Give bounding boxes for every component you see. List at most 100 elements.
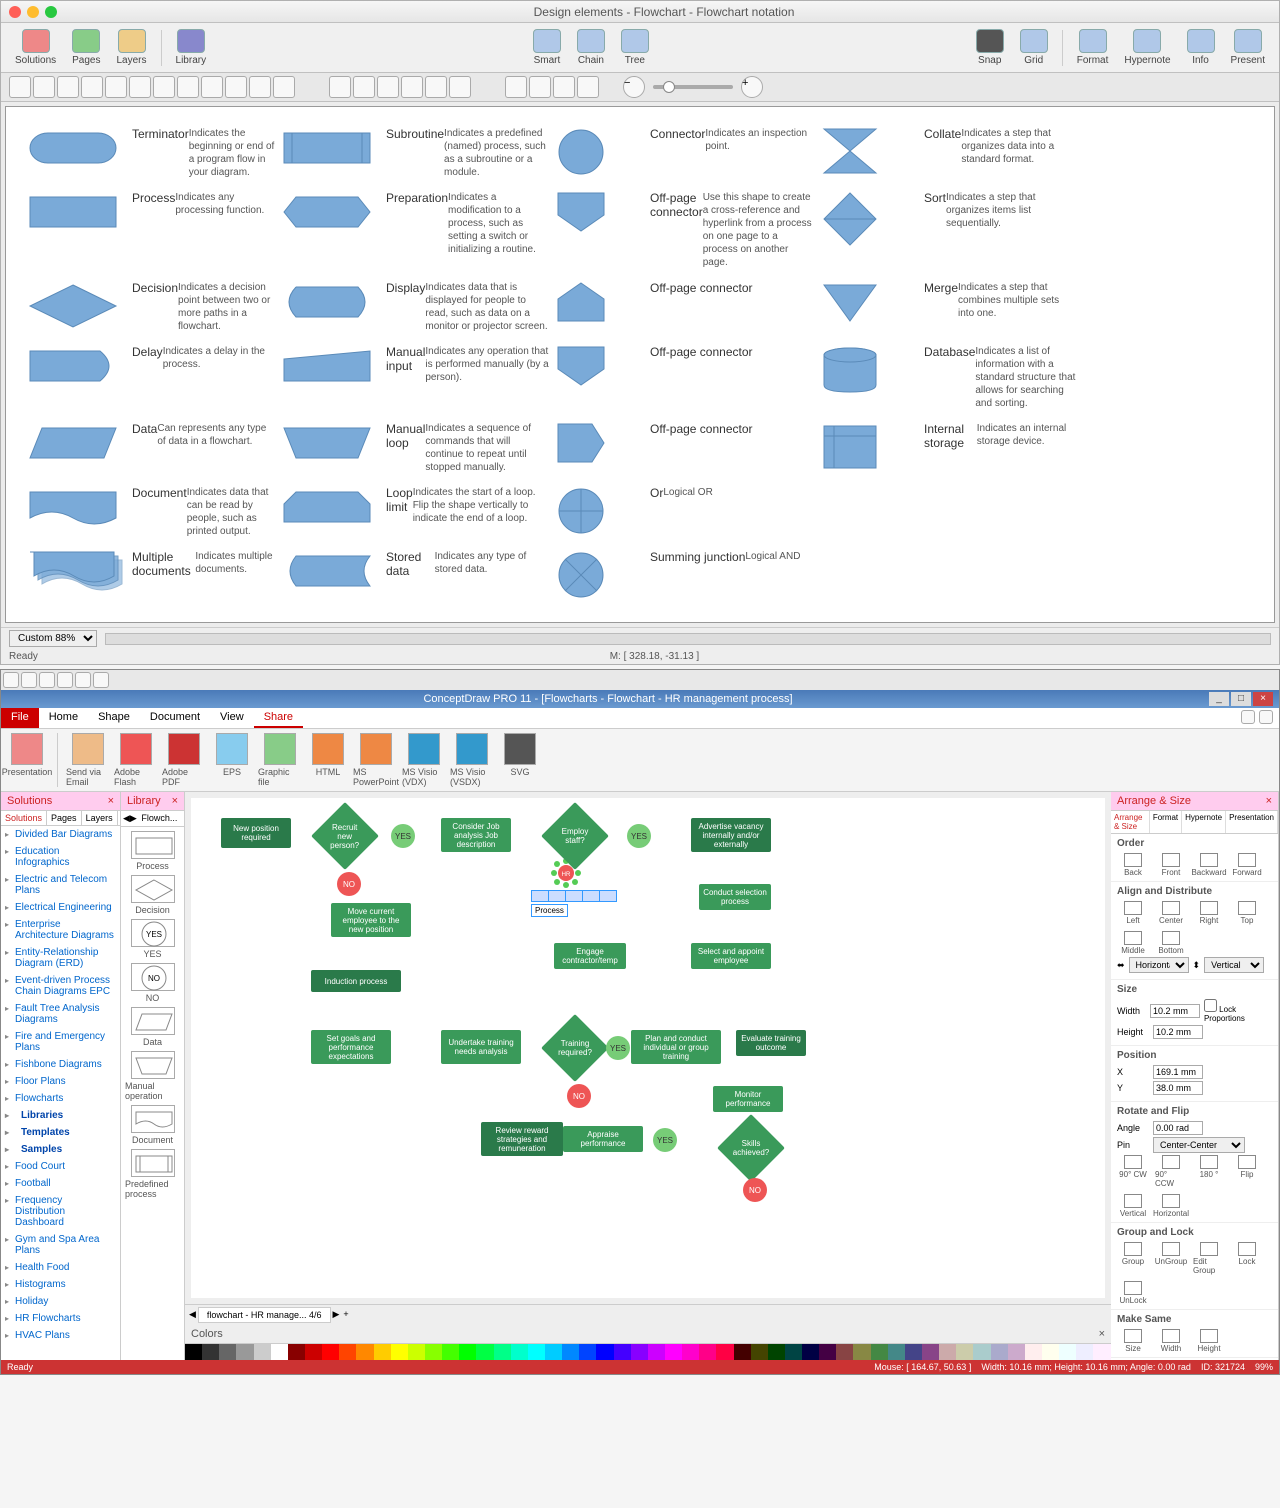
color-swatch[interactable] — [699, 1344, 716, 1360]
colors-palette[interactable] — [185, 1344, 1111, 1360]
color-swatch[interactable] — [888, 1344, 905, 1360]
top-button[interactable]: Top — [1231, 901, 1263, 925]
tab-hypernote[interactable]: Hypernote — [1182, 811, 1226, 833]
flowchart-node[interactable]: Skills achieved? — [717, 1114, 785, 1182]
shape-icon[interactable] — [280, 482, 380, 542]
maximize-icon[interactable] — [45, 6, 57, 18]
ribbon-msvisiovdx[interactable]: MS Visio (VDX) — [402, 733, 446, 787]
flip-button[interactable]: Flip — [1231, 1155, 1263, 1188]
height-button[interactable]: Height — [1193, 1329, 1225, 1353]
flowchart-node[interactable]: Induction process — [311, 970, 401, 992]
ribbon-eps[interactable]: EPS — [210, 733, 254, 787]
color-swatch[interactable] — [579, 1344, 596, 1360]
color-swatch[interactable] — [1025, 1344, 1042, 1360]
flowchart-node[interactable]: NO — [337, 872, 361, 896]
flowchart-node[interactable]: Recruit new person? — [311, 802, 379, 870]
h-distribute-select[interactable]: Horizontal — [1129, 957, 1189, 973]
lock-button[interactable]: Lock — [1231, 1242, 1263, 1275]
color-swatch[interactable] — [185, 1344, 202, 1360]
ribbon-adobepdf[interactable]: Adobe PDF — [162, 733, 206, 787]
pin-select[interactable]: Center-Center — [1153, 1137, 1245, 1153]
shape-icon[interactable] — [26, 418, 126, 478]
shape-icon[interactable] — [280, 187, 380, 273]
color-swatch[interactable] — [1042, 1344, 1059, 1360]
ribbon-graphicfile[interactable]: Graphic file — [258, 733, 302, 787]
menu-share[interactable]: Share — [254, 708, 303, 728]
shape-icon[interactable] — [554, 123, 644, 183]
color-swatch[interactable] — [391, 1344, 408, 1360]
shape-icon[interactable] — [554, 187, 644, 273]
vertical-button[interactable]: Vertical — [1117, 1194, 1149, 1218]
color-swatch[interactable] — [631, 1344, 648, 1360]
lib-nav-back-icon[interactable]: ◀ — [123, 813, 130, 824]
color-swatch[interactable] — [648, 1344, 665, 1360]
tab-pages[interactable]: Pages — [47, 811, 82, 825]
editgroup-button[interactable]: Edit Group — [1193, 1242, 1225, 1275]
smart-button[interactable]: Smart — [527, 27, 567, 68]
forward-button[interactable]: Forward — [1231, 853, 1263, 877]
shape-icon[interactable] — [280, 277, 380, 337]
menu-document[interactable]: Document — [140, 708, 210, 728]
solution-item[interactable]: Histograms — [1, 1276, 120, 1293]
zoom-select[interactable]: Custom 88% — [9, 630, 97, 647]
solution-item[interactable]: Fishbone Diagrams — [1, 1056, 120, 1073]
cw-button[interactable]: 90° CW — [1117, 1155, 1149, 1188]
maximize-button[interactable]: □ — [1231, 692, 1251, 706]
solution-item[interactable]: Electric and Telecom Plans — [1, 871, 120, 899]
color-swatch[interactable] — [528, 1344, 545, 1360]
flowchart-node[interactable]: YES — [653, 1128, 677, 1152]
angle-input[interactable] — [1153, 1121, 1203, 1135]
flowchart-node[interactable]: Evaluate training outcome — [736, 1030, 806, 1056]
workspace-tab[interactable]: flowchart - HR manage... 4/6 — [198, 1307, 331, 1323]
flowchart-node[interactable]: YES — [391, 824, 415, 848]
library-item[interactable]: Process — [131, 831, 175, 871]
qat-save-icon[interactable] — [39, 672, 55, 688]
library-item[interactable]: YESYES — [131, 919, 175, 959]
shape-icon[interactable] — [26, 277, 126, 337]
tab-format[interactable]: Format — [1150, 811, 1182, 833]
color-swatch[interactable] — [973, 1344, 990, 1360]
menu-shape[interactable]: Shape — [88, 708, 140, 728]
shape-icon[interactable] — [818, 546, 918, 606]
help-icon[interactable] — [1241, 710, 1255, 724]
flowchart-node[interactable]: New position required — [221, 818, 291, 848]
color-swatch[interactable] — [1076, 1344, 1093, 1360]
horizontal-button[interactable]: Horizontal — [1155, 1194, 1187, 1218]
tab-presentation[interactable]: Presentation — [1226, 811, 1278, 833]
ribbon-sendviaemail[interactable]: Send via Email — [66, 733, 110, 787]
close-icon[interactable] — [9, 6, 21, 18]
tab-solutions[interactable]: Solutions — [1, 811, 47, 825]
connector-tool-icon[interactable] — [153, 76, 175, 98]
info-button[interactable]: Info — [1181, 27, 1221, 68]
color-swatch[interactable] — [1059, 1344, 1076, 1360]
shape-icon[interactable] — [818, 418, 918, 478]
close-icon[interactable]: × — [108, 795, 114, 807]
solution-item[interactable]: Floor Plans — [1, 1073, 120, 1090]
minimize-button[interactable]: _ — [1209, 692, 1229, 706]
zoom-out-icon[interactable]: − — [623, 76, 645, 98]
ribbon-mspowerpoint[interactable]: MS PowerPoint — [354, 733, 398, 787]
color-swatch[interactable] — [716, 1344, 733, 1360]
solution-item[interactable]: Entity-Relationship Diagram (ERD) — [1, 944, 120, 972]
ungroup-button[interactable]: UnGroup — [1155, 1242, 1187, 1275]
ribbon-svg[interactable]: SVG — [498, 733, 542, 787]
color-swatch[interactable] — [939, 1344, 956, 1360]
lib-tab[interactable]: Flowch... — [137, 813, 182, 824]
close-button[interactable]: × — [1253, 692, 1273, 706]
pencil-tool-icon[interactable] — [225, 76, 247, 98]
ribbon-presentation[interactable]: Presentation — [5, 733, 49, 787]
x-input[interactable] — [1153, 1065, 1203, 1079]
solution-item[interactable]: Samples — [1, 1141, 120, 1158]
shape-icon[interactable] — [280, 418, 380, 478]
color-swatch[interactable] — [219, 1344, 236, 1360]
tab-layers[interactable]: Layers — [82, 811, 118, 825]
solution-item[interactable]: Fault Tree Analysis Diagrams — [1, 1000, 120, 1028]
flowchart-node[interactable]: NO — [567, 1084, 591, 1108]
flowchart-node[interactable]: Appraise performance — [563, 1126, 643, 1152]
shape-icon[interactable] — [280, 546, 380, 606]
-button[interactable]: 180 ° — [1193, 1155, 1225, 1188]
color-swatch[interactable] — [545, 1344, 562, 1360]
zoom-in-icon[interactable]: + — [741, 76, 763, 98]
flowchart-node[interactable]: Move current employee to the new positio… — [331, 903, 411, 937]
hypernote-button[interactable]: Hypernote — [1118, 27, 1176, 68]
